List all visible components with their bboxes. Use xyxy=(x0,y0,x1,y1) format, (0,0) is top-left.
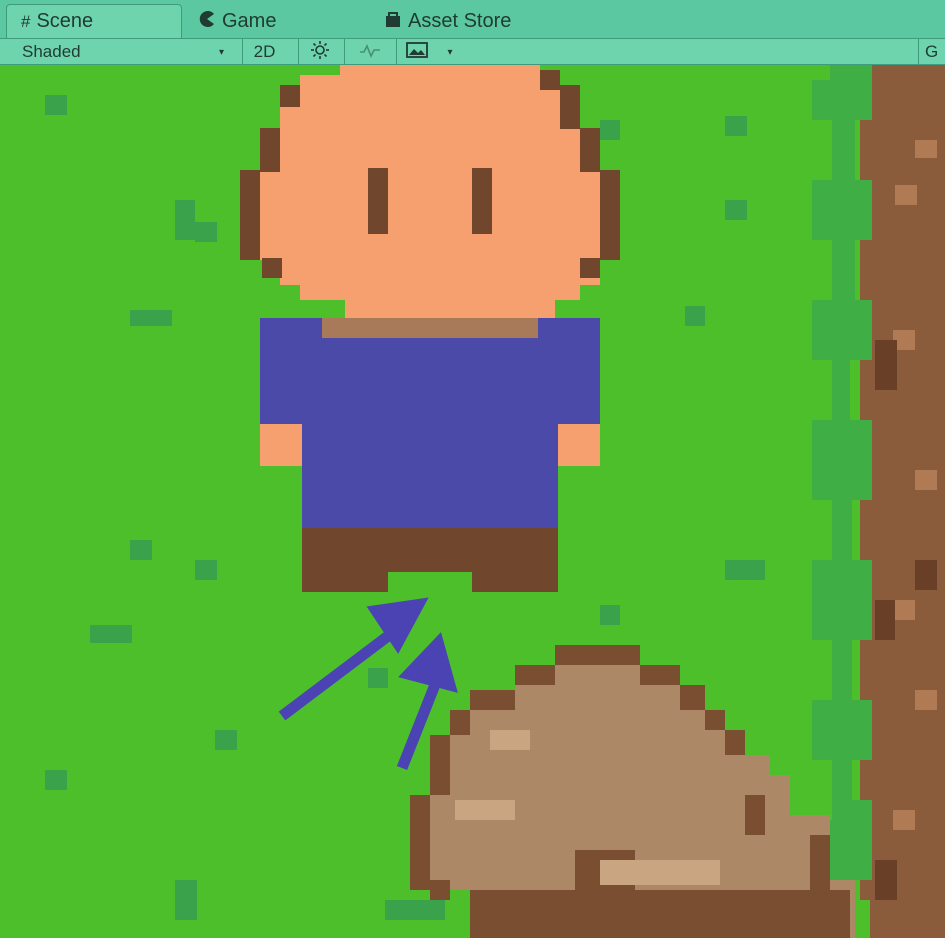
scene-audio-toggle[interactable] xyxy=(344,39,394,65)
player-left-eye xyxy=(368,168,388,234)
player-left-hand xyxy=(260,424,302,466)
player-right-eye xyxy=(472,168,492,234)
scene-lighting-toggle[interactable] xyxy=(298,39,340,65)
tab-asset-store[interactable]: Asset Store xyxy=(384,4,584,38)
scene-view-viewport[interactable] xyxy=(0,65,945,938)
player-torso xyxy=(302,420,558,530)
tab-game[interactable]: Game xyxy=(198,4,368,38)
tab-scene[interactable]: # Scene xyxy=(6,4,182,38)
image-effects-icon xyxy=(406,41,429,63)
tab-asset-store-label: Asset Store xyxy=(408,9,512,32)
asset-store-bag-icon xyxy=(384,10,402,33)
player-right-hand xyxy=(558,424,600,466)
scene-toolbar: Shaded ▾ 2D ▾ G xyxy=(0,38,945,65)
tab-game-label: Game xyxy=(222,9,277,32)
scene-grid-icon: # xyxy=(21,11,31,31)
toggle-2d-button[interactable]: 2D xyxy=(242,39,286,65)
sun-icon xyxy=(310,40,330,65)
shading-mode-label: Shaded xyxy=(22,42,81,61)
player-collar xyxy=(322,318,538,338)
audio-wave-icon xyxy=(359,42,381,63)
editor-tab-bar: # Scene Game Asset Store xyxy=(0,0,945,38)
scene-effects-dropdown[interactable]: ▾ xyxy=(396,39,462,65)
dropdown-arrow-icon: ▾ xyxy=(218,46,224,58)
game-pacman-icon xyxy=(198,10,216,33)
gizmos-label: G xyxy=(925,42,939,61)
tab-scene-label: Scene xyxy=(36,10,94,32)
toggle-2d-label: 2D xyxy=(253,42,276,61)
gizmos-dropdown[interactable]: G xyxy=(918,39,945,65)
effects-dropdown-arrow-icon: ▾ xyxy=(447,46,453,58)
shading-mode-dropdown[interactable]: Shaded ▾ xyxy=(10,39,232,65)
